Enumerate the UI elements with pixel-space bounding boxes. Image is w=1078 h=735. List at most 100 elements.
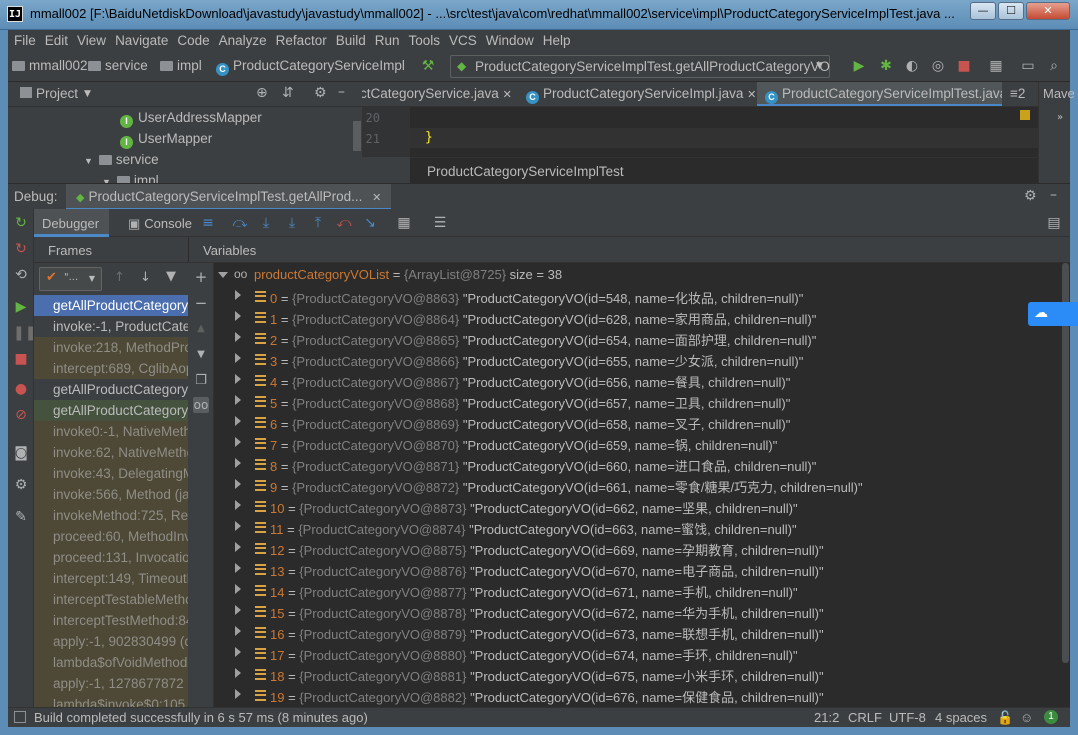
- menu-window[interactable]: Window: [484, 30, 541, 52]
- tree-item-useraddressmapper[interactable]: I UserAddressMapper: [120, 110, 262, 128]
- drop-frame-icon[interactable]: ⤺: [336, 215, 352, 231]
- menu-view[interactable]: View: [75, 30, 113, 52]
- collapsed-arrow-icon[interactable]: [235, 332, 241, 342]
- trace-icon[interactable]: ☰: [432, 215, 448, 231]
- rerun-failed-icon[interactable]: ↻: [13, 241, 29, 257]
- stack-frame[interactable]: invoke:43, DelegatingMethodAccessorImpl: [34, 463, 188, 484]
- menu-code[interactable]: Code: [175, 30, 216, 52]
- locate-icon[interactable]: ⊕: [256, 85, 268, 101]
- chevron-down-icon[interactable]: ▼: [84, 89, 91, 99]
- collapsed-arrow-icon[interactable]: [235, 542, 241, 552]
- add-watch-icon[interactable]: +: [193, 269, 209, 285]
- close-icon[interactable]: ✕: [503, 89, 512, 101]
- stack-frame[interactable]: invoke:-1, ProductCategory: [34, 316, 188, 337]
- file-encoding[interactable]: UTF-8: [889, 710, 926, 725]
- stack-frame[interactable]: lambda$invoke$0:105: [34, 694, 188, 707]
- stack-frame[interactable]: apply:-1, 902830499 (org.junit): [34, 631, 188, 652]
- menu-edit[interactable]: Edit: [43, 30, 75, 52]
- breadcrumb-project[interactable]: mmall002: [12, 58, 88, 73]
- rerun-icon[interactable]: ↻: [13, 215, 29, 231]
- move-up-icon[interactable]: ▲: [193, 321, 209, 337]
- tab-console[interactable]: ▣ Console: [120, 209, 202, 237]
- search-icon[interactable]: ⌕: [1046, 58, 1062, 74]
- status-message[interactable]: Build completed successfully in 6 s 57 m…: [34, 710, 368, 725]
- maven-tool-button[interactable]: Mave: [1043, 86, 1075, 101]
- stack-frame[interactable]: invoke:566, Method (java.lang.reflect): [34, 484, 188, 505]
- thread-select[interactable]: ✔ "... ▼: [39, 267, 102, 291]
- close-button[interactable]: ✕: [1026, 2, 1070, 20]
- baidu-netdisk-widget[interactable]: ☁: [1028, 302, 1078, 326]
- pin-icon[interactable]: ✎: [13, 509, 29, 525]
- code-editor[interactable]: }: [410, 107, 1038, 157]
- remove-watch-icon[interactable]: −: [193, 295, 209, 311]
- hide-panel-icon[interactable]: –: [1050, 187, 1057, 203]
- stack-frame[interactable]: proceed:60, MethodInvocation: [34, 526, 188, 547]
- project-scrollbar[interactable]: [353, 121, 361, 151]
- line-separator[interactable]: CRLF: [848, 710, 882, 725]
- hide-panel-icon[interactable]: –: [338, 84, 345, 100]
- variables-scrollbar[interactable]: [1060, 263, 1070, 707]
- hammer-build-icon[interactable]: ⚒: [420, 58, 436, 74]
- gear-icon[interactable]: ⚙: [314, 85, 327, 101]
- up-arrow-icon[interactable]: ↑: [114, 270, 125, 285]
- collapsed-arrow-icon[interactable]: [235, 668, 241, 678]
- notifications-icon[interactable]: ☺: [1020, 710, 1033, 725]
- force-step-into-icon[interactable]: ⤓: [284, 215, 300, 231]
- stack-frame[interactable]: invokeMethod:725, ReflectionUtils: [34, 505, 188, 526]
- menu-build[interactable]: Build: [334, 30, 373, 52]
- close-icon[interactable]: ✕: [747, 89, 756, 101]
- toggle-auto-test-icon[interactable]: ⟲: [13, 267, 29, 283]
- stop-icon[interactable]: ■: [956, 58, 972, 74]
- stack-frame[interactable]: intercept:689, CglibAopProxy: [34, 358, 188, 379]
- tree-item-impl[interactable]: ▼ impl: [102, 173, 159, 183]
- collapsed-arrow-icon[interactable]: [235, 437, 241, 447]
- collapsed-arrow-icon[interactable]: [235, 500, 241, 510]
- tree-item-usermapper[interactable]: I UserMapper: [120, 131, 212, 149]
- collapsed-arrow-icon[interactable]: [235, 647, 241, 657]
- close-icon[interactable]: ✕: [372, 192, 381, 204]
- breadcrumb-impl[interactable]: impl: [160, 58, 202, 73]
- collapsed-arrow-icon[interactable]: [235, 605, 241, 615]
- collapsed-arrow-icon[interactable]: [235, 479, 241, 489]
- breadcrumb-class[interactable]: C ProductCategoryServiceImpl: [216, 58, 405, 76]
- stack-frame[interactable]: getAllProductCategoryVO: [34, 400, 188, 421]
- collapsed-arrow-icon[interactable]: [235, 416, 241, 426]
- show-watches-icon[interactable]: oo: [193, 397, 209, 413]
- editor-breadcrumb[interactable]: ProductCategoryServiceImplTest: [427, 164, 624, 179]
- view-breakpoints-icon[interactable]: ●: [13, 381, 29, 397]
- stop-icon[interactable]: ■: [13, 351, 29, 367]
- stack-frame[interactable]: lambda$ofVoidMethod: [34, 652, 188, 673]
- profile-icon[interactable]: ◎: [930, 58, 946, 74]
- stack-frame[interactable]: getAllProductCategoryVO: [34, 379, 188, 400]
- project-view-selector[interactable]: Project: [36, 86, 78, 101]
- terminal-icon[interactable]: ▭: [1020, 58, 1036, 74]
- step-into-icon[interactable]: ⤓: [258, 215, 274, 231]
- collapsed-arrow-icon[interactable]: [235, 584, 241, 594]
- resume-icon[interactable]: ▶: [13, 299, 29, 315]
- tab-productcategoryserviceimpltest[interactable]: C ProductCategoryServiceImplTest.java: [757, 82, 1002, 106]
- collapsed-arrow-icon[interactable]: [235, 395, 241, 405]
- collapsed-arrow-icon[interactable]: [235, 521, 241, 531]
- show-execution-point-icon[interactable]: ≡: [200, 215, 216, 231]
- menu-file[interactable]: File: [12, 30, 43, 52]
- collapsed-arrow-icon[interactable]: [235, 689, 241, 699]
- down-arrow-icon[interactable]: ↓: [140, 270, 151, 285]
- stack-frame[interactable]: intercept:149, TimeoutExtension: [34, 568, 188, 589]
- debug-bug-icon[interactable]: ✱: [878, 58, 894, 74]
- stack-frame[interactable]: interceptTestableMethod: [34, 589, 188, 610]
- project-structure-icon[interactable]: ▦: [988, 58, 1004, 74]
- toggle-tool-windows-icon[interactable]: [14, 711, 26, 723]
- move-down-icon[interactable]: ▼: [193, 347, 209, 363]
- indent-setting[interactable]: 4 spaces: [935, 710, 987, 725]
- chevron-right-icon[interactable]: »: [1057, 112, 1063, 123]
- run-configuration-select[interactable]: ◆ ProductCategoryServiceImplTest.getAllP…: [450, 55, 830, 78]
- run-to-cursor-icon[interactable]: ↘: [362, 215, 378, 231]
- mute-breakpoints-icon[interactable]: ⊘: [13, 407, 29, 423]
- lock-icon[interactable]: 🔓: [997, 710, 1013, 726]
- maximize-button[interactable]: ☐: [998, 2, 1024, 20]
- coverage-icon[interactable]: ◐: [904, 58, 920, 74]
- collapsed-arrow-icon[interactable]: [235, 353, 241, 363]
- menu-navigate[interactable]: Navigate: [113, 30, 175, 52]
- inspection-marker-icon[interactable]: [1020, 110, 1030, 120]
- gear-icon[interactable]: ⚙: [13, 477, 29, 493]
